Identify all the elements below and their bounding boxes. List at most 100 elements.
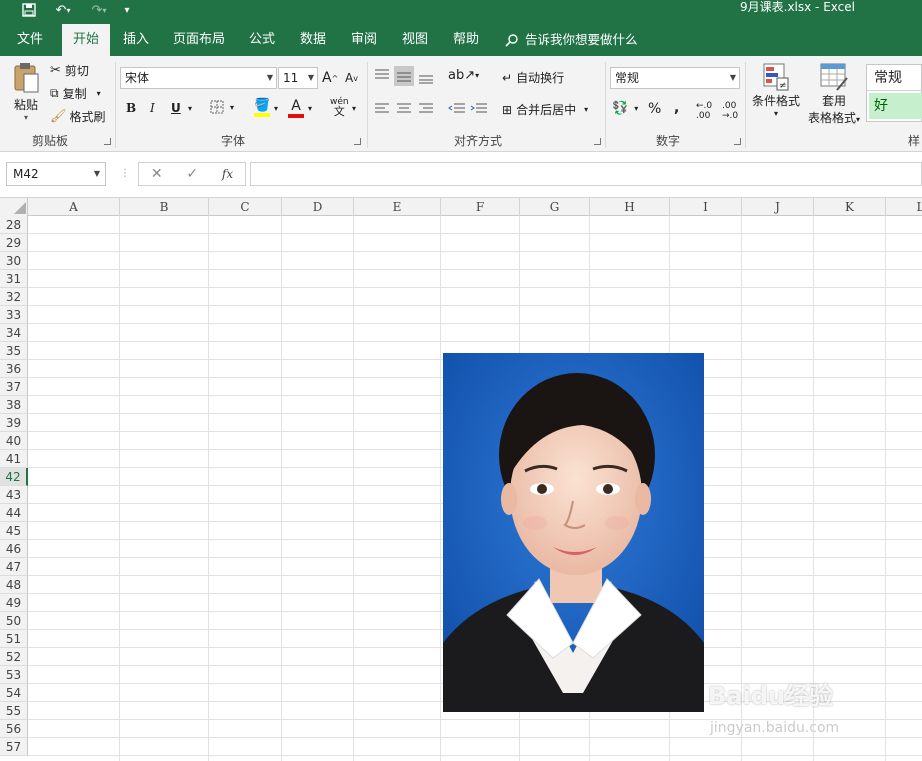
- increase-font-icon[interactable]: A ^: [322, 70, 338, 86]
- conditional-formatting-button[interactable]: ≠ 条件格式 ▾: [750, 62, 802, 118]
- row-header[interactable]: 39: [0, 414, 28, 432]
- inserted-photo[interactable]: [443, 353, 704, 712]
- column-header[interactable]: E: [354, 198, 441, 216]
- phonetic-button[interactable]: wén 文: [330, 98, 349, 118]
- row-header[interactable]: 51: [0, 630, 28, 648]
- row-header[interactable]: 29: [0, 234, 28, 252]
- merge-center-button[interactable]: ⊞ 合并后居中 ▾: [502, 101, 588, 118]
- align-center-icon[interactable]: [396, 102, 412, 116]
- font-color-dropdown-icon[interactable]: ▾: [308, 104, 312, 113]
- column-header[interactable]: K: [814, 198, 886, 216]
- row-header[interactable]: 56: [0, 720, 28, 738]
- customize-toolbar-icon[interactable]: ▾: [120, 0, 134, 20]
- number-launcher-icon[interactable]: [734, 138, 741, 145]
- underline-button[interactable]: U: [171, 101, 181, 115]
- clipboard-launcher-icon[interactable]: [104, 138, 111, 145]
- font-size-select[interactable]: 11 ▼: [278, 67, 318, 89]
- decrease-font-icon[interactable]: Av: [345, 71, 358, 85]
- row-header[interactable]: 47: [0, 558, 28, 576]
- decrease-decimal-icon[interactable]: .00 →.0: [722, 101, 738, 121]
- phonetic-dropdown-icon[interactable]: ▾: [352, 104, 356, 113]
- tab-review[interactable]: 审阅: [342, 24, 386, 56]
- fill-color-button[interactable]: 🪣: [254, 98, 270, 117]
- tab-view[interactable]: 视图: [393, 24, 437, 56]
- column-header[interactable]: A: [28, 198, 120, 216]
- tab-page-layout[interactable]: 页面布局: [166, 24, 232, 56]
- column-header[interactable]: B: [120, 198, 209, 216]
- row-header[interactable]: 32: [0, 288, 28, 306]
- row-header[interactable]: 42: [0, 468, 28, 486]
- row-header[interactable]: 48: [0, 576, 28, 594]
- name-box[interactable]: M42 ▼: [6, 162, 106, 186]
- row-header[interactable]: 49: [0, 594, 28, 612]
- row-header[interactable]: 54: [0, 684, 28, 702]
- tab-formulas[interactable]: 公式: [240, 24, 284, 56]
- column-header[interactable]: F: [441, 198, 520, 216]
- align-middle-icon[interactable]: [394, 66, 414, 86]
- style-normal[interactable]: 常规: [867, 65, 922, 91]
- column-header[interactable]: J: [742, 198, 814, 216]
- decrease-indent-icon[interactable]: [448, 102, 466, 116]
- row-header[interactable]: 31: [0, 270, 28, 288]
- column-header[interactable]: C: [209, 198, 282, 216]
- row-header[interactable]: 40: [0, 432, 28, 450]
- tell-me-box[interactable]: 告诉我你想要做什么: [505, 24, 638, 56]
- row-header[interactable]: 30: [0, 252, 28, 270]
- row-header[interactable]: 33: [0, 306, 28, 324]
- format-painter-button[interactable]: 🖌 格式刷: [50, 108, 106, 125]
- row-header[interactable]: 45: [0, 522, 28, 540]
- orientation-icon[interactable]: ab↗ ▾: [448, 68, 479, 83]
- font-launcher-icon[interactable]: [354, 138, 361, 145]
- tab-help[interactable]: 帮助: [444, 24, 488, 56]
- row-header[interactable]: 55: [0, 702, 28, 720]
- paste-button[interactable]: 粘贴 ▾: [10, 62, 42, 122]
- insert-function-icon[interactable]: fx: [222, 167, 233, 181]
- bold-button[interactable]: B: [126, 101, 136, 115]
- accounting-format-button[interactable]: 💱 ▾: [612, 101, 638, 116]
- cut-button[interactable]: ✂ 剪切: [50, 62, 89, 79]
- italic-button[interactable]: I: [150, 101, 155, 115]
- enter-icon[interactable]: ✓: [186, 166, 198, 182]
- select-all-corner[interactable]: [0, 198, 28, 216]
- tab-file[interactable]: 文件: [8, 24, 52, 56]
- tab-insert[interactable]: 插入: [114, 24, 158, 56]
- row-header[interactable]: 53: [0, 666, 28, 684]
- row-header[interactable]: 57: [0, 738, 28, 756]
- font-name-select[interactable]: 宋体 ▼: [120, 67, 277, 89]
- increase-decimal-icon[interactable]: ←.0.00: [696, 101, 712, 121]
- format-as-table-button[interactable]: 套用 表格格式▾: [804, 62, 864, 126]
- tab-home[interactable]: 开始: [62, 24, 110, 56]
- row-header[interactable]: 28: [0, 216, 28, 234]
- row-header[interactable]: 37: [0, 378, 28, 396]
- column-header[interactable]: L: [886, 198, 922, 216]
- formula-input[interactable]: [250, 162, 922, 186]
- underline-dropdown-icon[interactable]: ▾: [188, 104, 192, 113]
- comma-button[interactable]: ,: [674, 100, 679, 116]
- increase-indent-icon[interactable]: [470, 102, 488, 116]
- redo-icon[interactable]: ↷ ▾: [84, 0, 114, 20]
- borders-button[interactable]: ▾: [210, 100, 234, 114]
- column-header[interactable]: I: [670, 198, 742, 216]
- column-header[interactable]: H: [590, 198, 670, 216]
- cancel-icon[interactable]: ✕: [151, 166, 163, 182]
- align-right-icon[interactable]: [418, 102, 434, 116]
- copy-button[interactable]: ⧉ 复制 ▾: [50, 85, 101, 102]
- fill-color-dropdown-icon[interactable]: ▾: [274, 104, 278, 113]
- row-header[interactable]: 46: [0, 540, 28, 558]
- tab-data[interactable]: 数据: [291, 24, 335, 56]
- align-left-icon[interactable]: [374, 102, 390, 116]
- style-good[interactable]: 好: [869, 93, 922, 119]
- resize-handle-icon[interactable]: ⋮: [120, 168, 130, 179]
- row-header[interactable]: 50: [0, 612, 28, 630]
- column-header[interactable]: G: [520, 198, 590, 216]
- alignment-launcher-icon[interactable]: [594, 138, 601, 145]
- row-header[interactable]: 44: [0, 504, 28, 522]
- save-icon[interactable]: [18, 0, 40, 20]
- row-header[interactable]: 52: [0, 648, 28, 666]
- percent-button[interactable]: %: [648, 101, 661, 117]
- row-header[interactable]: 41: [0, 450, 28, 468]
- row-header[interactable]: 35: [0, 342, 28, 360]
- align-bottom-icon[interactable]: [418, 70, 434, 84]
- align-top-icon[interactable]: [374, 68, 390, 82]
- row-header[interactable]: 34: [0, 324, 28, 342]
